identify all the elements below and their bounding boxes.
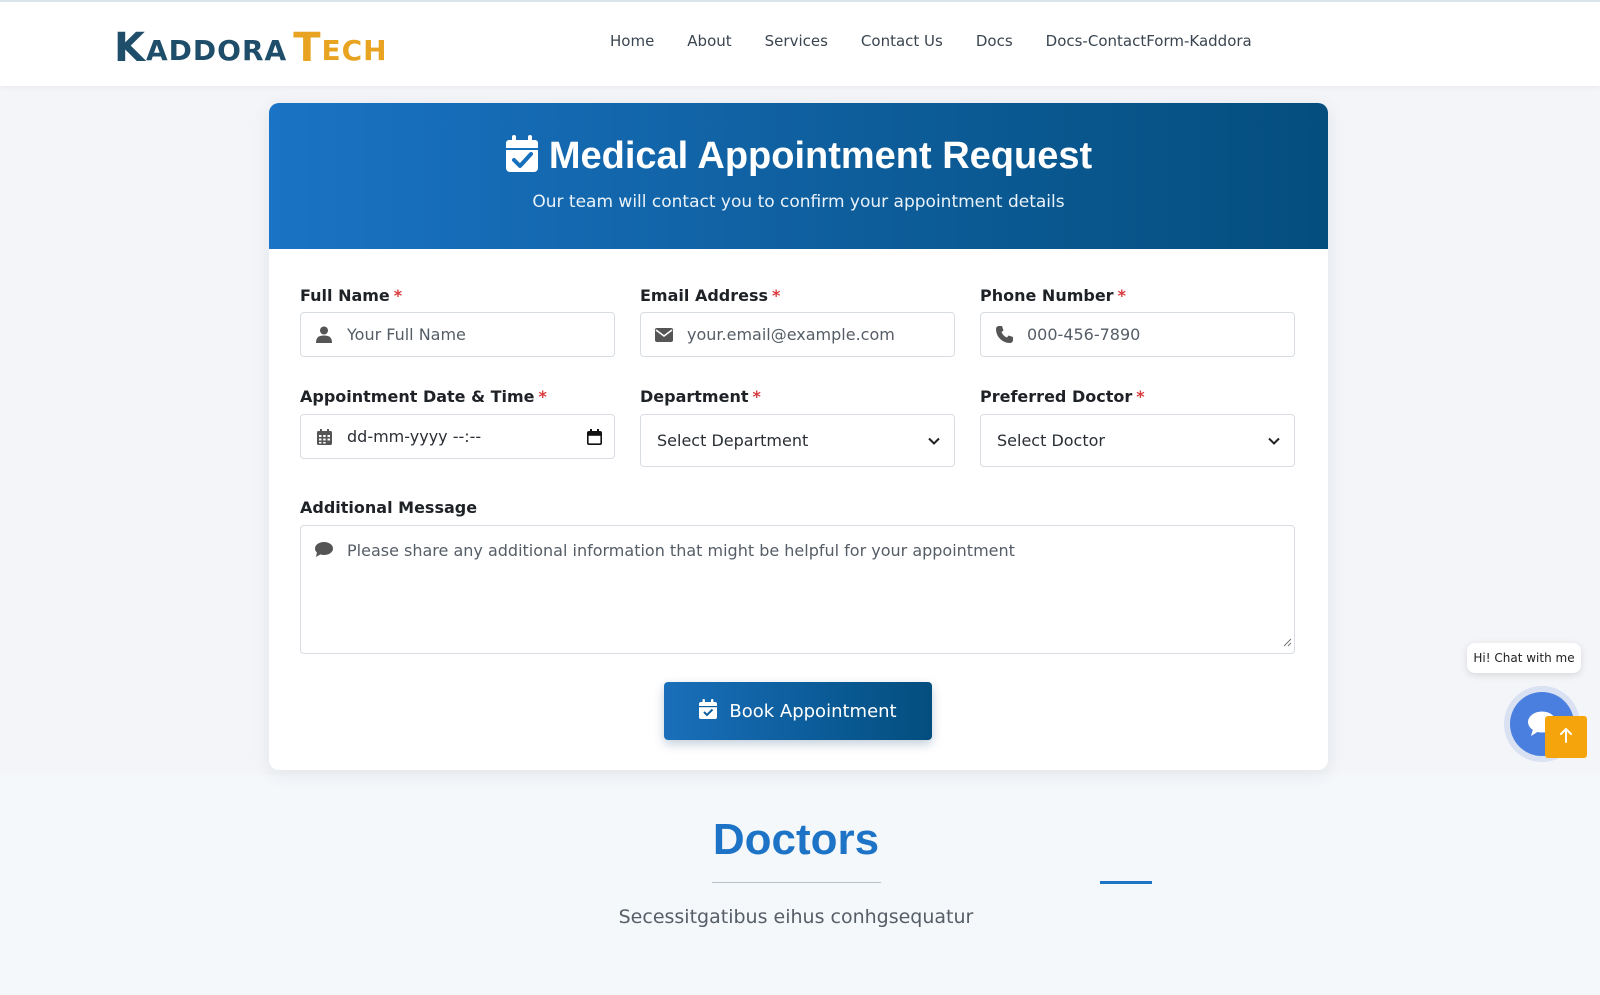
chat-bubble[interactable]: Hi! Chat with me: [1467, 643, 1581, 673]
full-name-label: Full Name *: [300, 286, 402, 305]
envelope-icon: [641, 327, 687, 342]
logo-text-ech: ECH: [321, 34, 388, 67]
doctors-section-background: [0, 775, 1600, 995]
scroll-to-top-button[interactable]: [1545, 716, 1587, 758]
message-textarea[interactable]: Please share any additional information …: [300, 525, 1295, 654]
calendar-grid-icon: [301, 428, 347, 445]
heading-accent-bar: [1100, 881, 1152, 884]
date-picker-icon[interactable]: [574, 428, 614, 445]
resize-handle-icon[interactable]: [1283, 632, 1292, 651]
logo-text-t: T: [293, 25, 322, 71]
book-appointment-button[interactable]: Book Appointment: [664, 682, 932, 740]
calendar-check-icon: [505, 135, 539, 178]
datetime-placeholder: dd-mm-yyyy --:--: [347, 427, 482, 446]
phone-icon: [981, 326, 1027, 343]
chevron-down-icon: [1254, 437, 1294, 445]
doctor-select[interactable]: Select Doctor: [980, 414, 1295, 467]
nav-home[interactable]: Home: [610, 32, 654, 50]
doctor-label-text: Preferred Doctor: [980, 387, 1133, 406]
main-nav: Home About Services Contact Us Docs Docs…: [610, 32, 1252, 50]
heading-divider: [712, 882, 881, 883]
datetime-input[interactable]: dd-mm-yyyy --:--: [300, 414, 615, 459]
user-icon: [301, 326, 347, 343]
form-title: Medical Appointment Request: [548, 135, 1093, 177]
required-asterisk: *: [538, 387, 547, 406]
form-subtitle: Our team will contact you to confirm you…: [532, 192, 1065, 212]
nav-about[interactable]: About: [687, 32, 731, 50]
department-selected-value: Select Department: [657, 431, 809, 450]
logo-text-k: K: [114, 25, 146, 71]
nav-docs[interactable]: Docs: [976, 32, 1013, 50]
full-name-input[interactable]: Your Full Name: [300, 312, 615, 357]
nav-contact-us[interactable]: Contact Us: [861, 32, 943, 50]
phone-placeholder: 000-456-7890: [1027, 325, 1141, 344]
message-label: Additional Message: [300, 498, 477, 517]
doctor-selected-value: Select Doctor: [997, 431, 1105, 450]
phone-input[interactable]: 000-456-7890: [980, 312, 1295, 357]
datetime-label-text: Appointment Date & Time: [300, 387, 535, 406]
required-asterisk: *: [752, 387, 761, 406]
department-select[interactable]: Select Department: [640, 414, 955, 467]
required-asterisk: *: [393, 286, 403, 305]
doctor-label: Preferred Doctor *: [980, 387, 1145, 406]
phone-label: Phone Number *: [980, 286, 1126, 305]
calendar-check-icon: [699, 698, 718, 724]
required-asterisk: *: [772, 286, 781, 305]
email-placeholder: your.email@example.com: [687, 325, 895, 344]
comment-icon: [301, 540, 347, 557]
full-name-label-text: Full Name: [300, 286, 390, 305]
department-label-text: Department: [640, 387, 749, 406]
book-appointment-label: Book Appointment: [729, 700, 897, 722]
required-asterisk: *: [1117, 286, 1126, 305]
nav-docs-contactform[interactable]: Docs-ContactForm-Kaddora: [1046, 32, 1252, 50]
kaddoratech-logo[interactable]: K ADDORA T ECH: [114, 22, 388, 70]
nav-services[interactable]: Services: [765, 32, 828, 50]
email-label-text: Email Address: [640, 286, 769, 305]
doctors-subtitle: Secessitgatibus eihus conhgsequatur: [618, 906, 974, 928]
appointment-form-card: Medical Appointment Request Our team wil…: [269, 103, 1328, 770]
message-placeholder: Please share any additional information …: [347, 541, 1015, 560]
phone-label-text: Phone Number: [980, 286, 1114, 305]
doctors-heading: Doctors: [712, 815, 880, 864]
full-name-placeholder: Your Full Name: [347, 325, 466, 344]
arrow-up-icon: [1559, 727, 1573, 748]
datetime-label: Appointment Date & Time *: [300, 387, 547, 406]
email-input[interactable]: your.email@example.com: [640, 312, 955, 357]
logo-text-addora: ADDORA: [146, 34, 288, 67]
form-title-row: Medical Appointment Request: [269, 103, 1328, 178]
email-label: Email Address *: [640, 286, 780, 305]
message-label-text: Additional Message: [300, 498, 478, 517]
top-navbar: K ADDORA T ECH Home About Services Contact …: [0, 0, 1600, 86]
chevron-down-icon: [914, 437, 954, 445]
department-label: Department *: [640, 387, 761, 406]
form-header: Medical Appointment Request Our team wil…: [269, 103, 1328, 249]
required-asterisk: *: [1136, 387, 1145, 406]
